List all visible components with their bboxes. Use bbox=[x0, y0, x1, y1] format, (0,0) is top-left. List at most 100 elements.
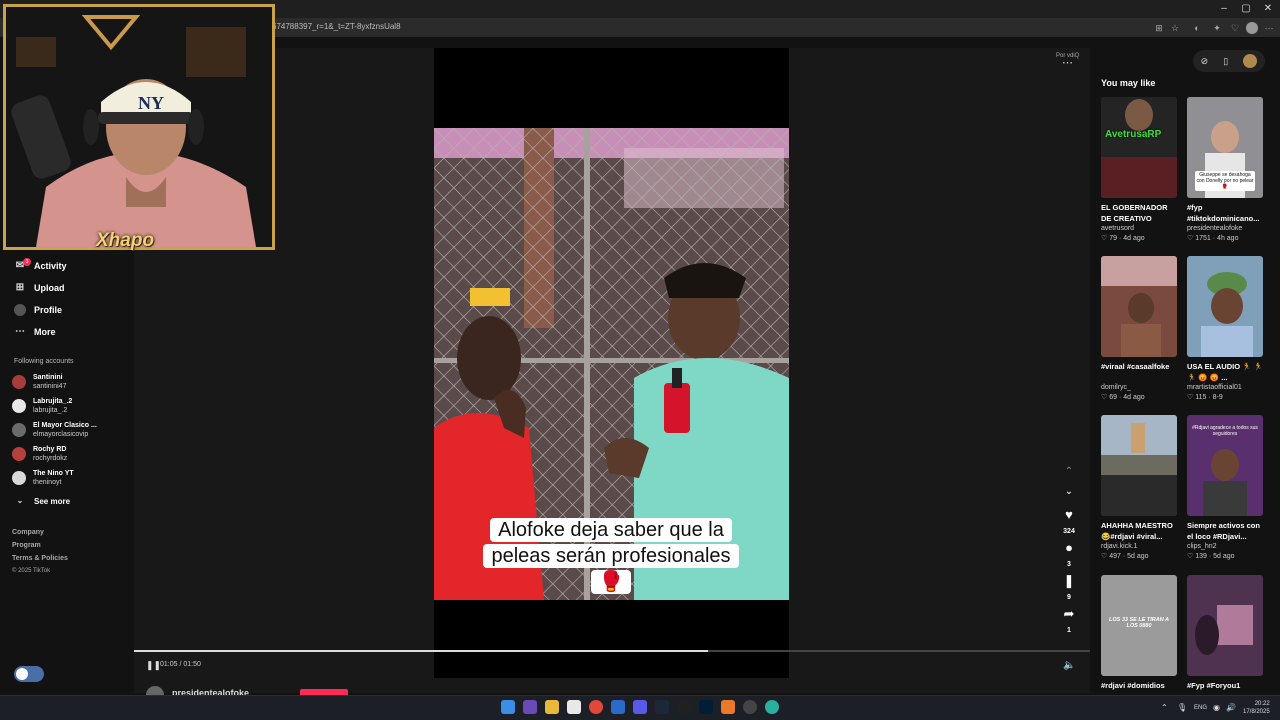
share-icon[interactable]: ➦ bbox=[1060, 606, 1078, 622]
account-name: El Mayor Clasico ... bbox=[33, 422, 97, 429]
card-title: #viraal #casaalfoke bbox=[1101, 362, 1170, 371]
more-options-icon[interactable]: ⋯ bbox=[1062, 56, 1074, 69]
account-handle: santinini47 bbox=[33, 383, 67, 390]
panel-controls[interactable]: ⊘ ▯ bbox=[1193, 50, 1265, 72]
browser-menu-icon[interactable]: ⋯ bbox=[1262, 21, 1276, 35]
card-user[interactable]: clips_hn2 bbox=[1187, 543, 1263, 550]
recommended-video-card[interactable]: AHAHHA MAESTRO 😂#rdjavi #viral... rdjavi… bbox=[1101, 415, 1177, 560]
copilot-icon[interactable] bbox=[523, 700, 537, 714]
favorites-icon[interactable]: ♡ bbox=[1228, 21, 1242, 35]
photoshop-icon[interactable] bbox=[699, 700, 713, 714]
comment-icon[interactable]: ● bbox=[1060, 540, 1078, 555]
video-caption: Alofoke deja saber que la peleas serán p… bbox=[480, 517, 742, 595]
profile-avatar-icon[interactable] bbox=[1246, 22, 1258, 34]
following-account[interactable]: Labrujita_.2 labrujita_.2 bbox=[12, 395, 122, 417]
speaker-icon[interactable]: 🔊 bbox=[1226, 703, 1236, 712]
card-user[interactable]: avetrusord bbox=[1101, 225, 1177, 232]
nav-more[interactable]: ⋯ More bbox=[14, 324, 56, 340]
compass-icon[interactable]: ⊘ bbox=[1201, 56, 1209, 67]
user-avatar[interactable] bbox=[1243, 54, 1258, 68]
nav-profile[interactable]: Profile bbox=[14, 302, 62, 318]
video-thumbnail[interactable]: LOS 33 SE LE TIRAN A LOS 0880 bbox=[1101, 575, 1177, 676]
nav-activity[interactable]: ✉ Activity bbox=[14, 258, 67, 274]
recommended-video-card[interactable]: USA EL AUDIO 🏃 🏃 🏃 😡 😡 ... mrartistaoffi… bbox=[1187, 256, 1263, 401]
card-meta: ♡ 1751 · 4h ago bbox=[1187, 235, 1239, 242]
theme-toggle[interactable] bbox=[14, 666, 44, 682]
following-account[interactable]: The Nino YT theninoyt bbox=[12, 467, 122, 489]
bookmark-icon[interactable]: ❚ bbox=[1060, 573, 1078, 589]
recommended-video-card[interactable]: AvetrusaRP EL GOBERNADOR DE CREATIVO QUI… bbox=[1101, 97, 1177, 242]
recommended-video-card[interactable]: #Fyp #Foryou1 bbox=[1187, 575, 1263, 702]
volume-icon[interactable]: 🔈 bbox=[1063, 660, 1075, 671]
url-text[interactable]: 674788397_r=1&_t=ZT-8yxfznsUal8 bbox=[272, 22, 401, 31]
webcam-overlay: NY bbox=[3, 4, 275, 250]
video-thumbnail[interactable] bbox=[1101, 415, 1177, 516]
recommended-video-card[interactable]: #viraal #casaalfoke domilryc_ ♡ 69 · 4d … bbox=[1101, 256, 1177, 401]
install-app-icon[interactable]: ⊞ bbox=[1152, 21, 1166, 35]
card-meta: ♡ 79 · 4d ago bbox=[1101, 235, 1145, 242]
webcam-scene: NY bbox=[6, 7, 272, 247]
footer-terms[interactable]: Terms & Policies bbox=[12, 555, 68, 562]
following-account[interactable]: Rochy RD rochyrdokz bbox=[12, 443, 122, 465]
file-explorer-icon[interactable] bbox=[545, 700, 559, 714]
previous-video-icon[interactable]: ⌃ bbox=[1060, 466, 1078, 477]
card-user[interactable]: mrartistaofficial01 bbox=[1187, 384, 1263, 391]
card-title: #fyp #tiktokdominicano... bbox=[1187, 203, 1260, 223]
extension-icon[interactable]: ◐ bbox=[1190, 21, 1204, 35]
heart-icon: ♡ bbox=[1101, 235, 1110, 242]
avatar bbox=[12, 447, 26, 461]
extensions-puzzle-icon[interactable]: ✦ bbox=[1210, 21, 1224, 35]
close-window-button[interactable]: ✕ bbox=[1258, 2, 1278, 16]
microphone-icon[interactable]: 🎙 bbox=[1177, 703, 1187, 712]
avatar bbox=[12, 471, 26, 485]
video-thumbnail[interactable]: AvetrusaRP bbox=[1101, 97, 1177, 198]
video-thumbnail[interactable] bbox=[1187, 256, 1263, 357]
calendar-icon[interactable] bbox=[567, 700, 581, 714]
card-user[interactable]: domilryc_ bbox=[1101, 384, 1177, 391]
minimize-button[interactable]: – bbox=[1214, 2, 1234, 16]
nav-upload[interactable]: ⊞ Upload bbox=[14, 280, 65, 296]
nav-profile-label: Profile bbox=[34, 305, 63, 315]
recommended-video-card[interactable]: #Rdjavi agradece a todos sus seguidores … bbox=[1187, 415, 1263, 560]
recommended-video-card[interactable]: Giuseppe se desahoga con Donelly por no … bbox=[1187, 97, 1263, 242]
wifi-icon[interactable]: ◉ bbox=[1213, 703, 1220, 712]
discord-icon[interactable] bbox=[633, 700, 647, 714]
pause-icon[interactable]: ❚❚ bbox=[146, 660, 161, 671]
card-user[interactable]: rdjavi.kick.1 bbox=[1101, 543, 1177, 550]
account-name: The Nino YT bbox=[33, 470, 74, 477]
language-indicator[interactable]: ENG bbox=[1194, 705, 1207, 711]
card-user[interactable]: presidentealofoke bbox=[1187, 225, 1263, 232]
like-icon[interactable]: ♥ bbox=[1060, 507, 1078, 522]
video-thumbnail[interactable] bbox=[1101, 256, 1177, 357]
video-thumbnail[interactable] bbox=[1187, 575, 1263, 676]
card-title: USA EL AUDIO 🏃 🏃 🏃 😡 😡 ... bbox=[1187, 362, 1263, 382]
thumbnail-art bbox=[1101, 415, 1177, 516]
recommended-video-card[interactable]: LOS 33 SE LE TIRAN A LOS 0880 #rdjavi #d… bbox=[1101, 575, 1177, 702]
obs-icon[interactable] bbox=[677, 700, 691, 714]
tray-chevron-icon[interactable]: ⌃ bbox=[1161, 703, 1168, 712]
phone-icon[interactable]: ▯ bbox=[1223, 56, 1228, 67]
like-count: 324 bbox=[1063, 528, 1075, 535]
maximize-button[interactable]: ▢ bbox=[1236, 2, 1256, 16]
thumbnail-text: #Rdjavi agradece a todos sus seguidores bbox=[1192, 425, 1258, 437]
start-icon[interactable] bbox=[501, 700, 515, 714]
footer-company[interactable]: Company bbox=[12, 529, 44, 536]
following-account[interactable]: Santinini santinini47 bbox=[12, 371, 122, 393]
thumbnail-art bbox=[1187, 256, 1263, 357]
steam-icon[interactable] bbox=[655, 700, 669, 714]
clock[interactable]: 20:22 17/8/2025 bbox=[1243, 700, 1270, 716]
see-more-button[interactable]: ⌄ See more bbox=[14, 493, 70, 509]
bookmark-star-icon[interactable]: ☆ bbox=[1168, 21, 1182, 35]
footer-program[interactable]: Program bbox=[12, 542, 41, 549]
edge-icon[interactable] bbox=[765, 700, 779, 714]
video-thumbnail[interactable]: #Rdjavi agradece a todos sus seguidores bbox=[1187, 415, 1263, 516]
chrome-icon[interactable] bbox=[589, 700, 603, 714]
save-count: 9 bbox=[1067, 594, 1071, 601]
profile-icon bbox=[14, 304, 26, 316]
next-video-icon[interactable]: ⌄ bbox=[1060, 486, 1078, 497]
following-account[interactable]: El Mayor Clasico ... elmayorclasicovip bbox=[12, 419, 122, 441]
outlook-icon[interactable] bbox=[611, 700, 625, 714]
app-icon[interactable] bbox=[721, 700, 735, 714]
video-thumbnail[interactable]: Giuseppe se desahoga con Donelly por no … bbox=[1187, 97, 1263, 198]
github-icon[interactable] bbox=[743, 700, 757, 714]
